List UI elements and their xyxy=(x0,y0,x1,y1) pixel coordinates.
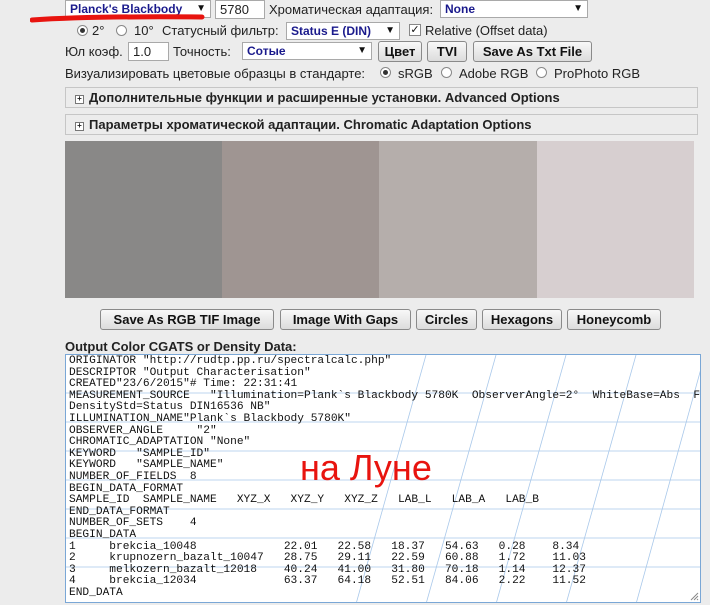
save-txt-button[interactable]: Save As Txt File xyxy=(473,41,592,62)
advanced-options-panel[interactable]: + Дополнительные функции и расширенные ус… xyxy=(65,87,698,108)
color-button[interactable]: Цвет xyxy=(378,41,422,62)
adaptation-label: Хроматическая адаптация: xyxy=(269,2,434,17)
relative-checkbox[interactable]: ✓ xyxy=(409,24,421,36)
expand-icon: + xyxy=(75,95,84,104)
chromatic-adaptation-panel[interactable]: + Параметры хроматической адаптации. Chro… xyxy=(65,114,698,135)
status-filter-select[interactable]: Status E (DIN) ▼ xyxy=(286,22,400,40)
visualize-label: Визуализировать цветовые образцы в станд… xyxy=(65,66,366,81)
color-swatch-1 xyxy=(65,141,222,298)
circles-button[interactable]: Circles xyxy=(416,309,477,330)
moon-annotation: на Луне xyxy=(300,447,432,488)
srgb-radio[interactable] xyxy=(380,67,391,78)
srgb-label: sRGB xyxy=(398,66,433,81)
expand-icon: + xyxy=(75,122,84,131)
yule-input[interactable]: 1.0 xyxy=(128,42,169,61)
chevron-down-icon: ▼ xyxy=(573,3,583,14)
resize-grip-icon[interactable] xyxy=(689,591,699,601)
image-with-gaps-button[interactable]: Image With Gaps xyxy=(280,309,411,330)
temperature-input[interactable]: 5780 xyxy=(215,0,265,19)
adobe-rgb-radio[interactable] xyxy=(441,67,452,78)
chevron-down-icon: ▼ xyxy=(357,45,367,56)
relative-label: Relative (Offset data) xyxy=(425,23,548,38)
red-underline-annotation xyxy=(30,14,205,23)
color-swatch-2 xyxy=(222,141,379,298)
adaptation-select[interactable]: None ▼ xyxy=(440,0,588,18)
save-rgb-tif-button[interactable]: Save As RGB TIF Image xyxy=(100,309,274,330)
yule-label: Юл коэф. xyxy=(65,44,123,59)
output-label: Output Color CGATS or Density Data: xyxy=(65,339,297,354)
honeycomb-button[interactable]: Honeycomb xyxy=(567,309,661,330)
hexagons-button[interactable]: Hexagons xyxy=(482,309,562,330)
prophoto-rgb-label: ProPhoto RGB xyxy=(554,66,640,81)
color-swatch-4 xyxy=(537,141,694,298)
color-swatch-3 xyxy=(379,141,537,298)
precision-label: Точность: xyxy=(173,44,231,59)
prophoto-rgb-radio[interactable] xyxy=(536,67,547,78)
precision-select[interactable]: Сотые ▼ xyxy=(242,42,372,60)
adobe-rgb-label: Adobe RGB xyxy=(459,66,529,81)
chevron-down-icon: ▼ xyxy=(385,25,395,36)
tvi-button[interactable]: TVI xyxy=(427,41,467,62)
